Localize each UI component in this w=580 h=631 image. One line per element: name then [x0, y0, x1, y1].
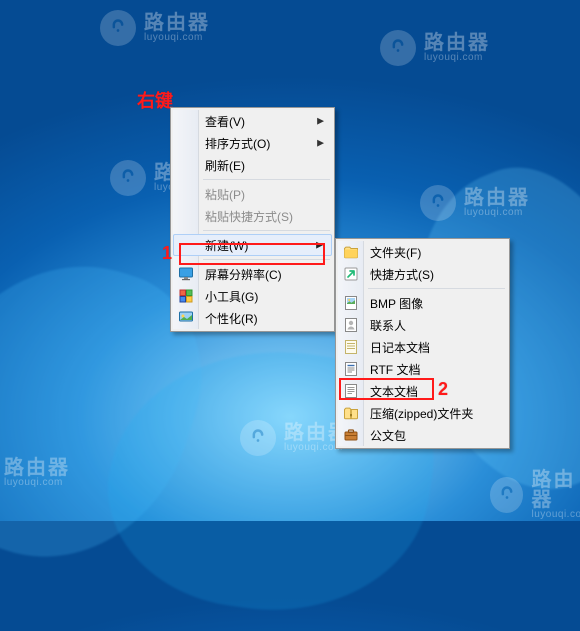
menu-item[interactable]: RTF 文档 — [338, 358, 507, 380]
menu-item[interactable]: 刷新(E) — [173, 154, 332, 176]
menu-separator — [203, 259, 330, 260]
gadget-icon — [178, 288, 194, 304]
menu-item-label: 小工具(G) — [205, 288, 258, 305]
menu-item-label: 排序方式(O) — [205, 135, 270, 152]
context-menu[interactable]: 查看(V) ▶ 排序方式(O) ▶ 刷新(E) 粘贴(P) 粘贴快捷方式(S) 新建(W) ▶ 屏… — [170, 107, 335, 332]
contact-icon — [343, 317, 359, 333]
menu-item-label: 个性化(R) — [205, 310, 258, 327]
folder-icon — [343, 244, 359, 260]
briefcase-icon — [343, 427, 359, 443]
menu-separator — [203, 179, 330, 180]
menu-item-label: 快捷方式(S) — [370, 266, 434, 283]
menu-item-label: 粘贴快捷方式(S) — [205, 208, 293, 225]
menu-item[interactable]: 查看(V) ▶ — [173, 110, 332, 132]
watermark-domain: luyouqi.com — [531, 510, 580, 520]
watermark-domain: luyouqi.com — [144, 33, 210, 43]
menu-item-label: 联系人 — [370, 317, 406, 334]
menu-item-label: 粘贴(P) — [205, 186, 245, 203]
menu-item-label: 新建(W) — [205, 237, 248, 254]
watermark-brand: 路由器 — [144, 13, 210, 33]
menu-item: 粘贴(P) — [173, 183, 332, 205]
watermark-domain: luyouqi.com — [424, 53, 490, 63]
menu-item[interactable]: 公文包 — [338, 424, 507, 446]
context-submenu-new[interactable]: 文件夹(F) 快捷方式(S) BMP 图像联系人日记本文档 RTF 文档文本文档压缩(… — [335, 238, 510, 449]
zip-icon — [343, 405, 359, 421]
menu-item-label: 查看(V) — [205, 113, 245, 130]
menu-item-label: RTF 文档 — [370, 361, 420, 378]
annotation-right-click: 右键 — [137, 87, 173, 113]
shortcut-icon — [343, 266, 359, 282]
bmp-icon — [343, 295, 359, 311]
menu-item-label: 屏幕分辨率(C) — [205, 266, 282, 283]
submenu-arrow-icon: ▶ — [317, 116, 324, 127]
menu-item-label: 文本文档 — [370, 383, 418, 400]
menu-item[interactable]: 新建(W) ▶ — [173, 234, 332, 256]
personalize-icon — [178, 310, 194, 326]
monitor-icon — [178, 266, 194, 282]
menu-item-label: 刷新(E) — [205, 157, 245, 174]
journal-icon — [343, 339, 359, 355]
menu-item[interactable]: 排序方式(O) ▶ — [173, 132, 332, 154]
menu-item[interactable]: 文件夹(F) — [338, 241, 507, 263]
menu-item-label: BMP 图像 — [370, 295, 423, 312]
menu-item-label: 日记本文档 — [370, 339, 430, 356]
watermark: 路由器luyouqi.com — [100, 10, 210, 46]
menu-item: 粘贴快捷方式(S) — [173, 205, 332, 227]
menu-item[interactable]: 压缩(zipped)文件夹 — [338, 402, 507, 424]
submenu-arrow-icon: ▶ — [317, 138, 324, 149]
menu-separator — [368, 288, 505, 289]
txt-icon — [343, 383, 359, 399]
menu-item[interactable]: 日记本文档 — [338, 336, 507, 358]
menu-item[interactable]: 屏幕分辨率(C) — [173, 263, 332, 285]
menu-item[interactable]: 文本文档 — [338, 380, 507, 402]
menu-item-label: 文件夹(F) — [370, 244, 421, 261]
menu-item-label: 压缩(zipped)文件夹 — [370, 405, 473, 422]
submenu-arrow-icon: ▶ — [316, 240, 323, 251]
menu-item[interactable]: BMP 图像 — [338, 292, 507, 314]
menu-item[interactable]: 联系人 — [338, 314, 507, 336]
watermark-brand: 路由器 — [424, 33, 490, 53]
menu-item[interactable]: 快捷方式(S) — [338, 263, 507, 285]
rtf-icon — [343, 361, 359, 377]
watermark: 路由器luyouqi.com — [380, 30, 490, 66]
menu-separator — [203, 230, 330, 231]
menu-item[interactable]: 个性化(R) — [173, 307, 332, 329]
menu-item[interactable]: 小工具(G) — [173, 285, 332, 307]
menu-item-label: 公文包 — [370, 427, 406, 444]
